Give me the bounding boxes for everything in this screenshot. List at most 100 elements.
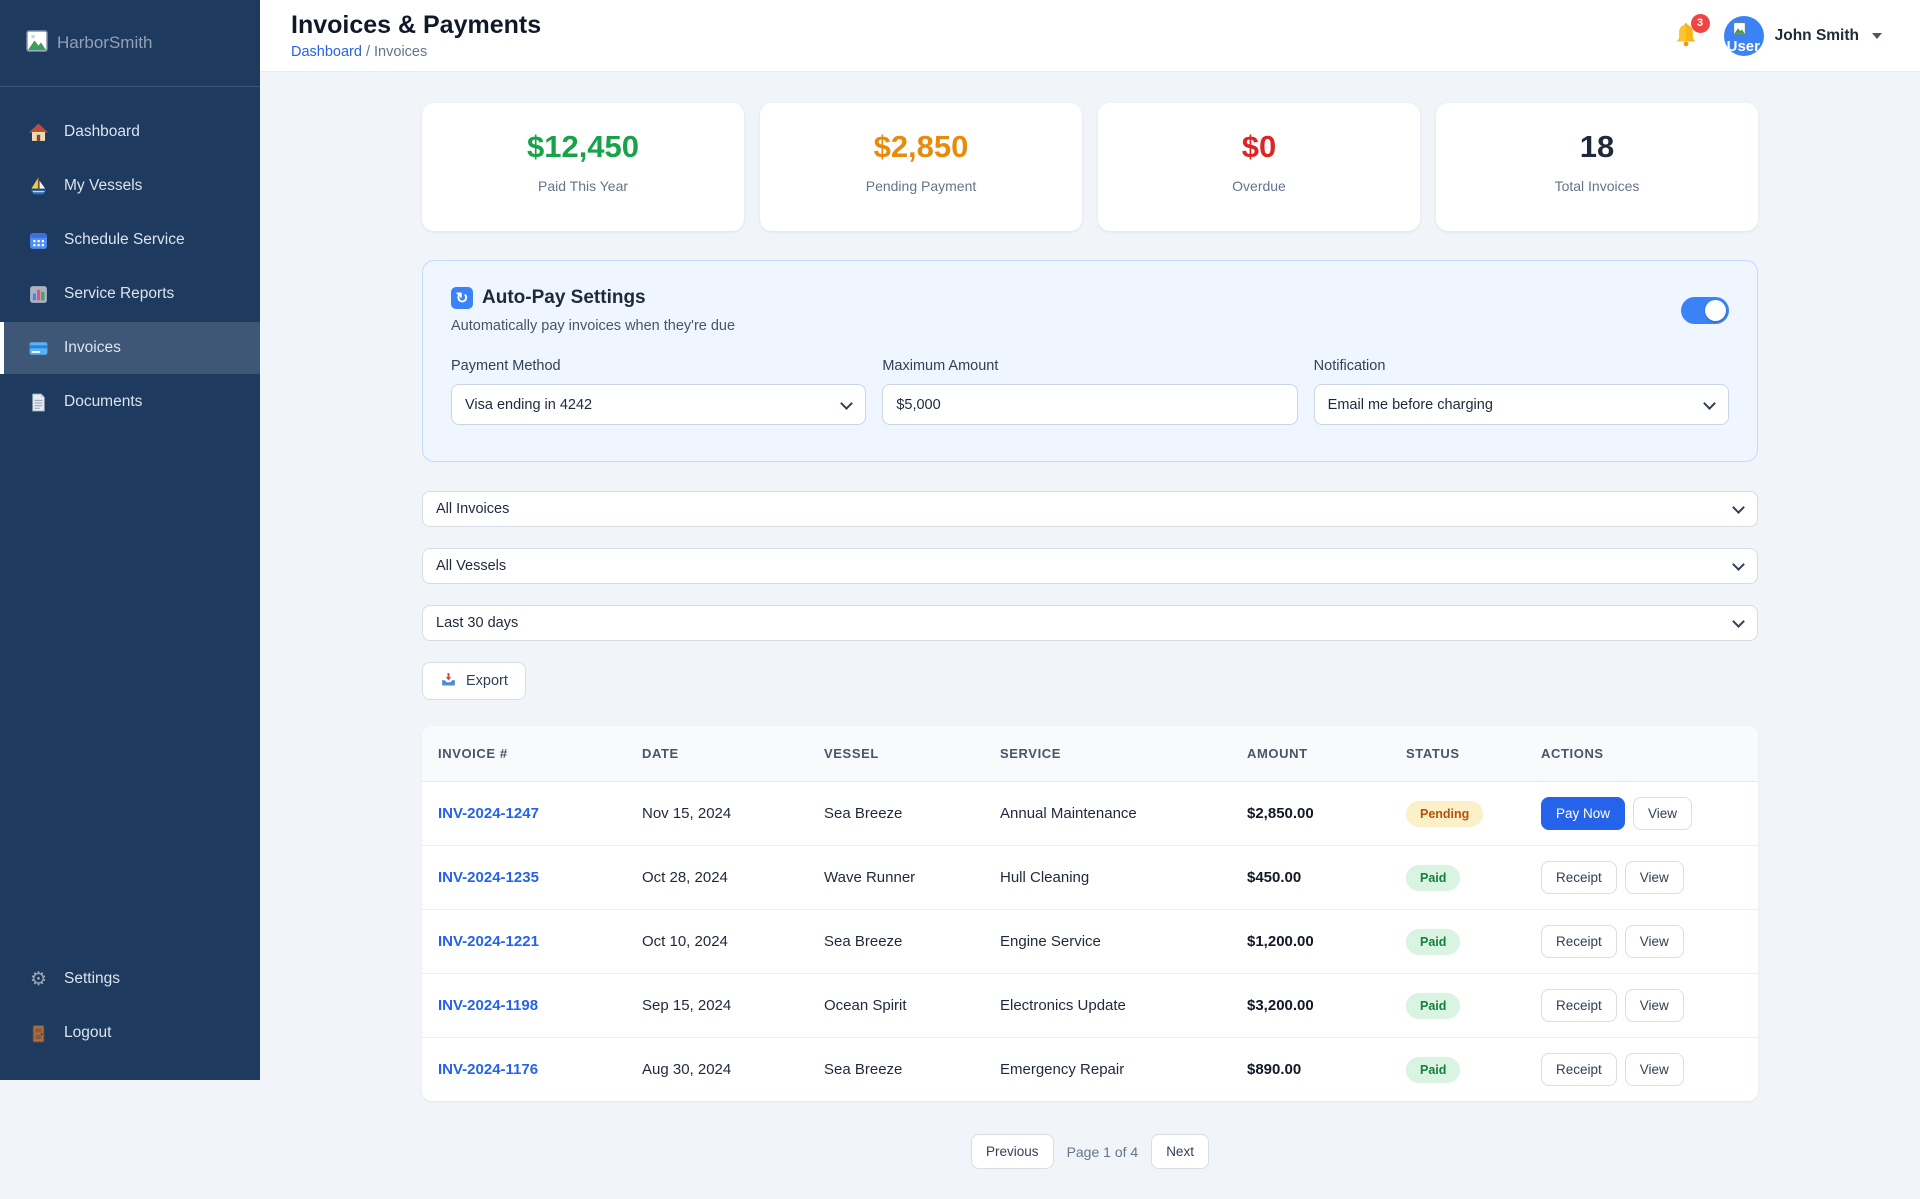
sidebar-item-label: Service Reports bbox=[64, 285, 175, 302]
stat-card-paid-this-year: $12,450 Paid This Year bbox=[422, 103, 744, 231]
autopay-settings-panel: ↻ Auto-Pay Settings Automatically pay in… bbox=[422, 260, 1758, 462]
view-button[interactable]: View bbox=[1624, 1053, 1684, 1086]
stat-value: $0 bbox=[1241, 129, 1277, 164]
view-button[interactable]: View bbox=[1624, 925, 1684, 958]
pay-now-button[interactable]: Pay Now bbox=[1541, 797, 1626, 830]
column-header-vessel: VESSEL bbox=[808, 726, 984, 782]
status-badge: Paid bbox=[1406, 992, 1461, 1019]
user-menu[interactable]: User John Smith bbox=[1723, 15, 1882, 56]
stat-value: 18 bbox=[1579, 129, 1615, 164]
view-button[interactable]: View bbox=[1633, 797, 1693, 830]
stat-label: Overdue bbox=[1232, 178, 1286, 194]
sidebar-item-settings[interactable]: ⚙ Settings bbox=[0, 953, 260, 1005]
column-header-actions: ACTIONS bbox=[1525, 726, 1758, 782]
status-badge: Paid bbox=[1406, 1056, 1461, 1083]
sailboat-icon bbox=[28, 176, 49, 197]
table-row: INV-2024-1176 Aug 30, 2024 Sea Breeze Em… bbox=[422, 1038, 1758, 1102]
page-title: Invoices & Payments bbox=[291, 11, 542, 39]
export-label: Export bbox=[466, 673, 508, 689]
autopay-title: Auto-Pay Settings bbox=[482, 287, 646, 308]
notification-badge: 3 bbox=[1690, 13, 1710, 33]
invoice-vessel: Sea Breeze bbox=[824, 1061, 903, 1078]
inbox-tray-icon bbox=[440, 671, 457, 692]
maximum-amount-input[interactable] bbox=[882, 384, 1298, 425]
invoice-link[interactable]: INV-2024-1221 bbox=[422, 909, 626, 974]
status-badge: Pending bbox=[1406, 800, 1484, 827]
invoice-service: Engine Service bbox=[984, 909, 1231, 974]
invoice-service: Emergency Repair bbox=[1000, 1061, 1125, 1078]
view-button[interactable]: View bbox=[1624, 989, 1684, 1022]
sidebar-item-documents[interactable]: Documents bbox=[0, 376, 260, 428]
stat-value: $2,850 bbox=[873, 129, 969, 164]
notification-select-wrap: Email me before charging bbox=[1313, 384, 1729, 425]
date-range-filter[interactable]: Last 30 days bbox=[422, 605, 1758, 641]
autopay-toggle[interactable] bbox=[1681, 297, 1729, 324]
notification-select[interactable]: Email me before charging bbox=[1313, 384, 1729, 425]
column-header-amount: AMOUNT bbox=[1231, 726, 1390, 782]
invoice-date: Nov 15, 2024 bbox=[626, 781, 808, 846]
payment-method-label: Payment Method bbox=[451, 358, 561, 374]
sidebar-item-dashboard[interactable]: Dashboard bbox=[0, 106, 260, 158]
receipt-button[interactable]: Receipt bbox=[1541, 925, 1617, 958]
stats-row: $12,450 Paid This Year $2,850 Pending Pa… bbox=[422, 103, 1758, 231]
previous-page-button[interactable]: Previous bbox=[971, 1134, 1054, 1169]
sidebar-nav: Dashboard My Vessels Schedule Service Se… bbox=[0, 87, 260, 428]
receipt-button[interactable]: Receipt bbox=[1541, 1053, 1617, 1086]
sidebar-item-logout[interactable]: Logout bbox=[0, 1007, 260, 1059]
bell-icon bbox=[1672, 22, 1700, 53]
autopay-sync-icon: ↻ bbox=[451, 287, 473, 309]
breadcrumb: Dashboard / Invoices bbox=[291, 44, 541, 60]
gear-icon: ⚙ bbox=[29, 968, 48, 990]
invoice-link[interactable]: INV-2024-1235 bbox=[422, 845, 626, 910]
invoice-service: Hull Cleaning bbox=[984, 845, 1231, 910]
invoice-status-filter-wrap: All Invoices bbox=[422, 491, 1758, 527]
stat-label: Paid This Year bbox=[537, 178, 629, 194]
sidebar-item-label: Documents bbox=[64, 393, 143, 410]
status-badge: Paid bbox=[1406, 928, 1461, 955]
sidebar: HarborSmith Dashboard My Vessels Schedul… bbox=[0, 0, 260, 1080]
invoice-date: Sep 15, 2024 bbox=[626, 973, 808, 1038]
top-bar: Invoices & Payments Dashboard / Invoices… bbox=[260, 0, 1920, 72]
invoice-date: Aug 30, 2024 bbox=[642, 1061, 732, 1078]
sidebar-item-label: My Vessels bbox=[64, 177, 143, 194]
invoices-table: INVOICE # DATE VESSEL SERVICE AMOUNT STA… bbox=[422, 726, 1758, 1101]
sidebar-item-invoices[interactable]: Invoices bbox=[0, 322, 260, 374]
broken-image-icon bbox=[26, 29, 48, 57]
invoice-status-filter[interactable]: All Invoices bbox=[422, 491, 1758, 527]
status-badge: Paid bbox=[1406, 864, 1461, 891]
export-button[interactable]: Export bbox=[422, 662, 526, 700]
pagination: Previous Page 1 of 4 Next bbox=[422, 1134, 1758, 1199]
invoice-amount: $2,850.00 bbox=[1231, 781, 1390, 846]
stat-card-total-invoices: 18 Total Invoices bbox=[1436, 103, 1758, 231]
table-row: INV-2024-1221 Oct 10, 2024 Sea Breeze En… bbox=[422, 909, 1758, 974]
next-page-button[interactable]: Next bbox=[1151, 1134, 1209, 1169]
breadcrumb-current: Invoices bbox=[374, 44, 428, 60]
stat-label: Total Invoices bbox=[1554, 178, 1640, 194]
stat-label: Pending Payment bbox=[865, 178, 977, 194]
invoice-vessel: Sea Breeze bbox=[808, 781, 984, 846]
notifications-button[interactable]: 3 bbox=[1672, 13, 1710, 53]
invoice-link[interactable]: INV-2024-1247 bbox=[422, 781, 626, 846]
stat-card-pending-payment: $2,850 Pending Payment bbox=[760, 103, 1082, 231]
breadcrumb-dashboard-link[interactable]: Dashboard bbox=[291, 44, 362, 60]
vessel-filter[interactable]: All Vessels bbox=[422, 548, 1758, 584]
invoice-amount: $890.00 bbox=[1247, 1061, 1302, 1078]
receipt-button[interactable]: Receipt bbox=[1541, 861, 1617, 894]
chevron-down-icon bbox=[1872, 32, 1882, 39]
invoice-vessel: Sea Breeze bbox=[808, 909, 984, 974]
table-row: INV-2024-1198 Sep 15, 2024 Ocean Spirit … bbox=[422, 973, 1758, 1038]
receipt-button[interactable]: Receipt bbox=[1541, 989, 1617, 1022]
view-button[interactable]: View bbox=[1624, 861, 1684, 894]
app-logo[interactable]: HarborSmith bbox=[0, 0, 260, 87]
breadcrumb-separator: / bbox=[365, 44, 375, 60]
payment-method-select-wrap: Visa ending in 4242 bbox=[451, 384, 867, 425]
sidebar-item-my-vessels[interactable]: My Vessels bbox=[0, 160, 260, 212]
sidebar-item-schedule-service[interactable]: Schedule Service bbox=[0, 214, 260, 266]
payment-method-select[interactable]: Visa ending in 4242 bbox=[451, 384, 867, 425]
invoice-link[interactable]: INV-2024-1198 bbox=[422, 973, 626, 1038]
maximum-amount-label: Maximum Amount bbox=[882, 358, 999, 374]
table-row: INV-2024-1247 Nov 15, 2024 Sea Breeze An… bbox=[422, 781, 1758, 846]
date-range-filter-wrap: Last 30 days bbox=[422, 605, 1758, 641]
sidebar-item-service-reports[interactable]: Service Reports bbox=[0, 268, 260, 320]
invoice-link[interactable]: INV-2024-1176 bbox=[422, 1038, 626, 1102]
